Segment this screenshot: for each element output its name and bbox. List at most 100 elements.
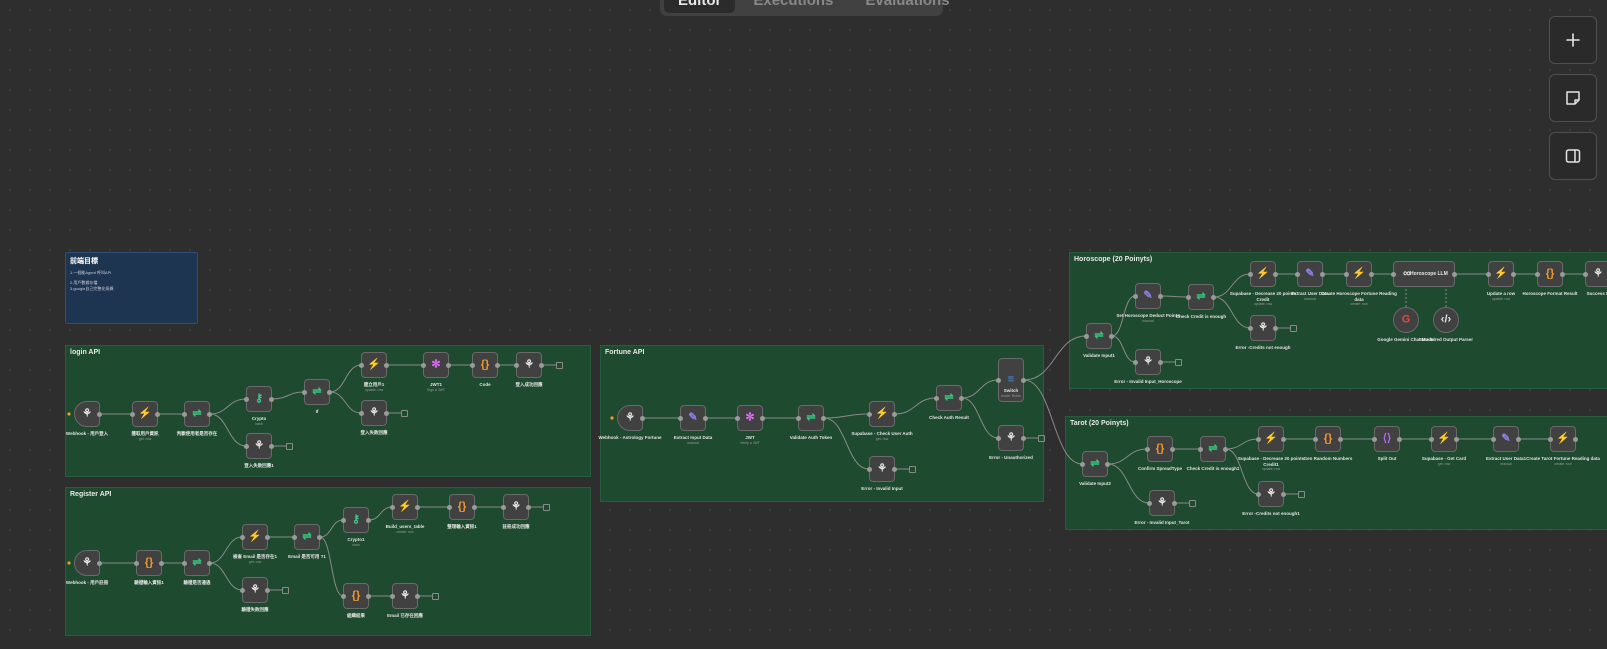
input-handle[interactable] (1256, 436, 1261, 442)
input-handle[interactable] (1133, 359, 1138, 365)
output-handle[interactable] (207, 411, 212, 417)
workflow-node[interactable]: ⟨⟩ Split Out (1372, 426, 1402, 461)
workflow-node[interactable]: ⚘ Error - Invalid Input_Tarot (1135, 490, 1189, 525)
workflow-node[interactable]: ⚘ Error - Unauthorized (989, 425, 1033, 460)
workflow-node[interactable]: ⇌ 判斷使用者是否存在 (177, 401, 217, 436)
workflow-node[interactable]: ⚡ Supabase - Get Card get: row (1422, 426, 1466, 466)
workflow-node[interactable]: ⚘ 驗證失敗回應 (240, 577, 270, 612)
add-next-node-button[interactable] (543, 503, 550, 511)
input-handle[interactable] (501, 504, 506, 510)
workflow-node[interactable]: ⚘ Email 已存在回應 (387, 583, 423, 618)
input-handle[interactable] (182, 560, 187, 566)
input-handle[interactable] (130, 411, 135, 417)
add-next-node-button[interactable] (1189, 499, 1196, 507)
output-handle[interactable] (97, 560, 102, 566)
workflow-node[interactable]: ⚡ Build_users_table create: row (386, 494, 424, 534)
workflow-node[interactable]: {} Horoscope Format Result (1522, 261, 1578, 296)
input-handle[interactable] (1344, 271, 1349, 277)
output-handle[interactable] (1454, 436, 1459, 442)
output-handle[interactable] (155, 411, 160, 417)
workflow-node[interactable]: ⚡ 建立用戶1 update: row (359, 352, 389, 392)
workflow-node[interactable]: {} Code (470, 352, 500, 387)
input-handle[interactable] (341, 593, 346, 599)
toggle-panel-button[interactable] (1549, 132, 1597, 180)
input-handle[interactable] (244, 443, 249, 449)
output-handle[interactable] (159, 560, 164, 566)
input-handle[interactable] (292, 534, 297, 540)
input-handle[interactable] (447, 504, 452, 510)
input-handle[interactable] (134, 560, 139, 566)
workflow-node[interactable]: {} 整理輸入資訊1 (447, 494, 477, 529)
tab-editor[interactable]: Editor (664, 0, 736, 13)
output-handle[interactable] (327, 389, 332, 395)
workflow-node[interactable]: ‹/› Structured Output Parser (1419, 307, 1473, 342)
workflow-node[interactable]: {} Gen Random Numbers (1304, 426, 1352, 461)
input-handle[interactable] (996, 377, 1001, 383)
workflow-node[interactable]: ⚡ Create Tarot Fortune Reading data create… (1526, 426, 1600, 466)
input-handle[interactable] (1147, 500, 1152, 506)
workflow-node[interactable]: ⇌ Validate Input2 (1079, 451, 1111, 486)
output-handle[interactable] (415, 504, 420, 510)
output-handle[interactable] (526, 504, 531, 510)
workflow-node[interactable]: ⚷ Crypto hash (244, 386, 274, 426)
output-handle[interactable] (1281, 436, 1286, 442)
output-handle[interactable] (207, 560, 212, 566)
workflow-node[interactable]: {} Confirm SpreadType (1138, 436, 1182, 471)
input-handle[interactable] (390, 593, 395, 599)
workflow-node[interactable]: ⇌ Check Auth Result (929, 385, 969, 420)
output-handle[interactable] (1320, 271, 1325, 277)
output-handle[interactable] (760, 415, 765, 421)
input-handle[interactable] (341, 517, 346, 523)
input-handle[interactable] (934, 395, 939, 401)
workflow-node[interactable]: G Google Gemini Chat Model (1377, 307, 1435, 342)
output-handle[interactable] (97, 411, 102, 417)
input-handle[interactable] (1186, 294, 1191, 300)
output-handle[interactable] (1158, 359, 1163, 365)
output-handle[interactable] (495, 362, 500, 368)
output-handle[interactable] (1105, 461, 1110, 467)
input-handle[interactable] (1372, 436, 1377, 442)
output-handle[interactable] (1511, 271, 1516, 277)
add-next-node-button[interactable] (1038, 434, 1045, 442)
workflow-node[interactable]: ⚡ 檢查 Email 是否存在1 get: row (233, 524, 277, 564)
output-handle[interactable] (1573, 436, 1578, 442)
input-handle[interactable] (240, 534, 245, 540)
workflow-node[interactable]: ⚘ 註冊成功回應 (501, 494, 531, 529)
output-handle[interactable] (1211, 294, 1216, 300)
output-handle[interactable] (1273, 325, 1278, 331)
add-next-node-button[interactable] (432, 592, 439, 600)
input-handle[interactable] (240, 587, 245, 593)
input-handle[interactable] (1583, 271, 1588, 277)
workflow-node[interactable]: ⚘ 登入成功回應 (514, 352, 544, 387)
input-handle[interactable] (1491, 436, 1496, 442)
workflow-node[interactable]: ⇌ Check Credit is enough1 (1187, 436, 1239, 471)
workflow-node[interactable]: ⚡ 獲取用戶資訊 get: row (130, 401, 160, 441)
input-handle[interactable] (302, 389, 307, 395)
workflow-node[interactable]: ⚘ Error -Credits not enough1 (1242, 481, 1300, 516)
workflow-node[interactable]: ⇌ Check Credit is enough (1176, 284, 1226, 319)
workflow-node[interactable]: ∞ Horoscope LLM (1391, 261, 1457, 287)
add-next-node-button[interactable] (401, 409, 408, 417)
input-handle[interactable] (867, 411, 872, 417)
output-handle[interactable] (703, 415, 708, 421)
workflow-node[interactable]: ✎ Extract User Data1 manual (1486, 426, 1526, 466)
workflow-node[interactable]: ⚘ Error - Invalid Input_Horoscope (1114, 349, 1182, 384)
input-handle[interactable] (796, 415, 801, 421)
output-handle[interactable] (265, 534, 270, 540)
workflow-node[interactable]: ⚡ Create Horoscope Fortune Reading data cr… (1321, 261, 1397, 306)
input-handle[interactable] (996, 435, 1001, 441)
output-handle[interactable] (269, 396, 274, 402)
input-handle[interactable] (1145, 446, 1150, 452)
input-handle[interactable] (678, 415, 683, 421)
workflow-node[interactable]: ⚡ Supabase - Check User Auth get: row (851, 401, 913, 441)
output-handle[interactable] (1338, 436, 1343, 442)
workflow-node[interactable]: ≡ Switch mode: Rules (996, 358, 1026, 402)
output-handle[interactable] (269, 443, 274, 449)
input-handle[interactable] (867, 466, 872, 472)
add-next-node-button[interactable] (909, 465, 916, 473)
output-handle[interactable] (1021, 377, 1026, 383)
output-handle[interactable] (1172, 500, 1177, 506)
output-handle[interactable] (1158, 293, 1163, 299)
output-handle[interactable] (366, 517, 371, 523)
input-handle[interactable] (514, 362, 519, 368)
